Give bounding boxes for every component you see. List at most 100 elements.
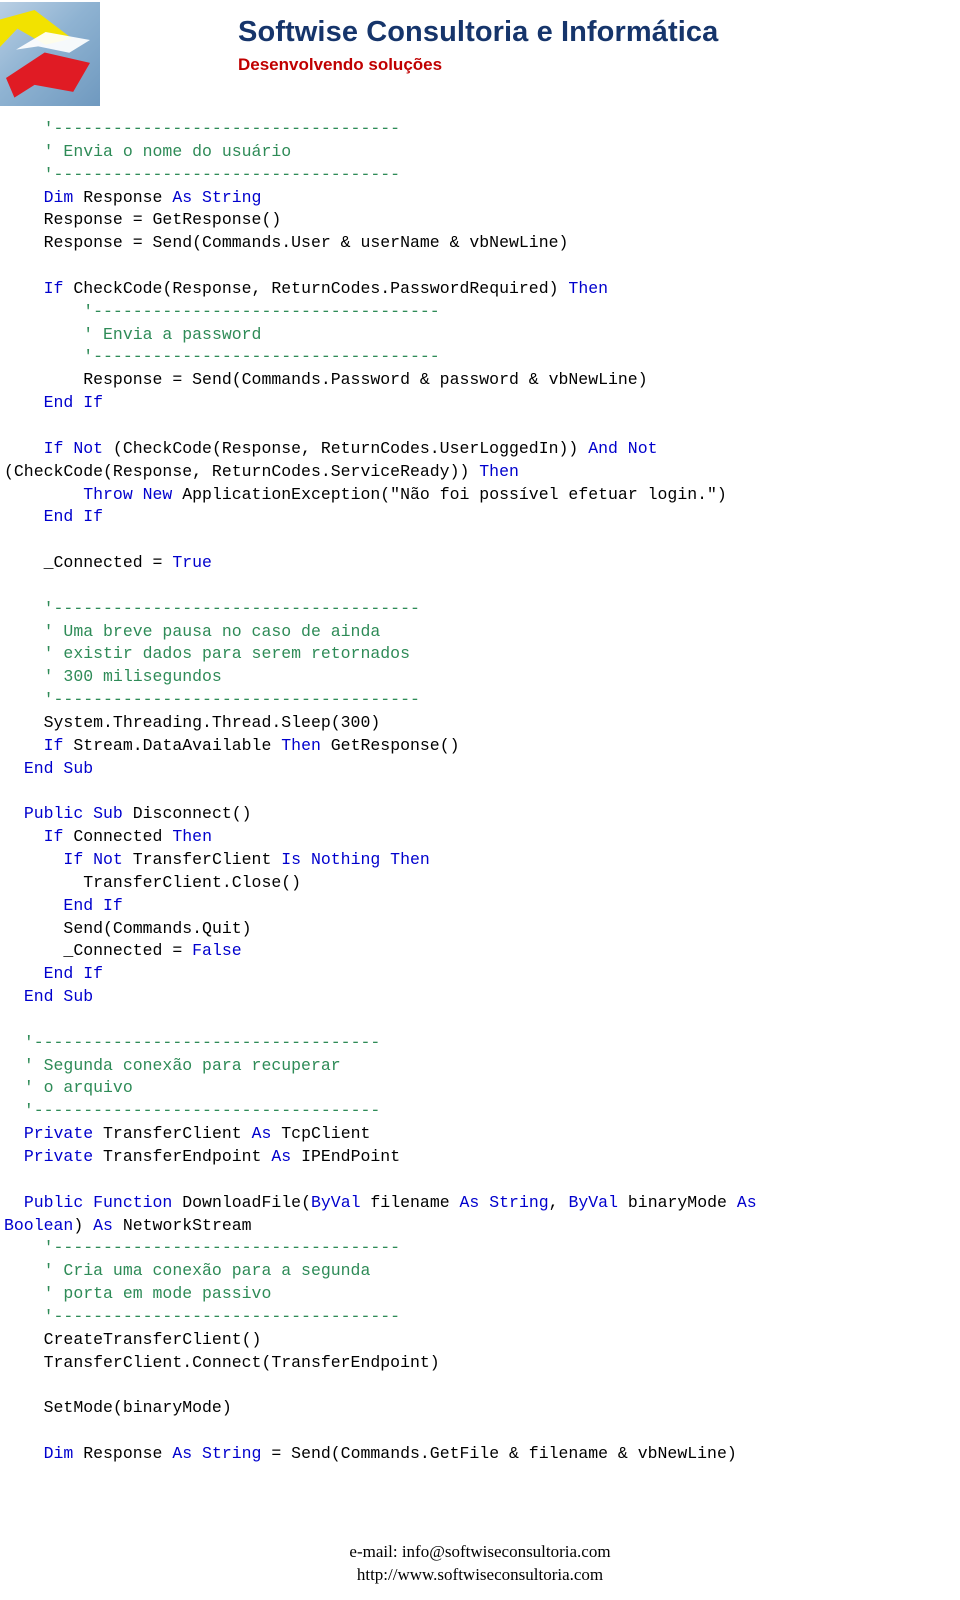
code-token: '------------------------------------- — [4, 690, 420, 710]
code-line: '----------------------------------- — [4, 1100, 960, 1123]
code-line: ' o arquivo — [4, 1077, 960, 1100]
code-token: '----------------------------------- — [4, 347, 440, 367]
code-token: SetMode(binaryMode) — [4, 1398, 232, 1418]
code-token: IPEndPoint — [301, 1146, 401, 1166]
code-token: Then — [281, 735, 331, 755]
code-line: TransferClient.Connect(TransferEndpoint) — [4, 1352, 960, 1375]
code-line: System.Threading.Thread.Sleep(300) — [4, 712, 960, 735]
code-token: End Sub — [4, 987, 94, 1007]
code-token: TransferClient — [132, 850, 282, 869]
header-titles: Softwise Consultoria e Informática Desen… — [238, 16, 718, 75]
code-token: ' porta em mode passivo — [4, 1284, 272, 1304]
code-line: Response = GetResponse() — [4, 209, 960, 232]
code-token: Stream.DataAvailable — [73, 735, 282, 755]
code-token: And Not — [588, 438, 658, 458]
code-token: binaryMode — [627, 1192, 737, 1212]
code-line: Private TransferClient As TcpClient — [4, 1123, 960, 1146]
code-line: ' Uma breve pausa no caso de ainda — [4, 621, 960, 644]
code-token: '----------------------------------- — [4, 301, 440, 321]
code-token: ) — [73, 1215, 94, 1235]
code-token: As — [271, 1146, 302, 1166]
code-token: TransferClient.Connect(TransferEndpoint) — [4, 1352, 440, 1372]
code-token: Private — [4, 1146, 104, 1166]
code-token: As — [736, 1192, 757, 1212]
code-token: If Not — [4, 850, 133, 869]
logo-red-swoosh — [6, 52, 90, 98]
code-listing: '----------------------------------- ' E… — [0, 118, 960, 1466]
code-token: ' Uma breve pausa no caso de ainda — [4, 621, 381, 641]
code-line: If Connected Then — [4, 826, 960, 849]
code-token: False — [192, 941, 242, 961]
code-line: If Stream.DataAvailable Then GetResponse… — [4, 735, 960, 758]
code-line: '----------------------------------- — [4, 118, 960, 141]
code-line: _Connected = True — [4, 552, 960, 575]
code-line: End If — [4, 963, 960, 986]
company-name: Softwise Consultoria e Informática — [238, 16, 719, 48]
code-token: Dim — [4, 187, 84, 207]
code-token: ByVal — [568, 1192, 628, 1212]
code-line: End If — [4, 392, 960, 415]
code-line: Private TransferEndpoint As IPEndPoint — [4, 1146, 960, 1169]
code-token: End If — [4, 507, 104, 527]
code-line: Throw New ApplicationException("Não foi … — [4, 484, 960, 507]
code-token: ' Envia o nome do usuário — [4, 141, 292, 161]
code-token: CreateTransferClient() — [4, 1329, 262, 1349]
code-token: ' o arquivo — [4, 1078, 133, 1098]
code-token: Public Sub — [4, 804, 133, 824]
code-token: '------------------------------------- — [4, 598, 420, 618]
code-token: Is Nothing Then — [281, 850, 430, 869]
code-token: ' 300 milisegundos — [4, 667, 222, 687]
code-token: Send(Commands.Quit) — [4, 918, 252, 938]
softwise-logo — [0, 2, 100, 106]
code-line: TransferClient.Close() — [4, 872, 960, 895]
code-token: Then — [479, 461, 519, 481]
code-line: '----------------------------------- — [4, 1306, 960, 1329]
code-line: Response = Send(Commands.Password & pass… — [4, 369, 960, 392]
code-token: If — [4, 827, 74, 847]
code-token: ' Cria uma conexão para a segunda — [4, 1261, 371, 1281]
code-line: SetMode(binaryMode) — [4, 1397, 960, 1420]
code-line: ' porta em mode passivo — [4, 1283, 960, 1306]
code-token: Response = Send(Commands.User & userName… — [4, 233, 569, 253]
code-token: '----------------------------------- — [4, 1101, 381, 1121]
code-token: If Not — [4, 438, 113, 458]
code-line: ' 300 milisegundos — [4, 666, 960, 689]
code-token: Response — [83, 1443, 173, 1463]
code-token: TransferClient — [103, 1124, 252, 1144]
code-token: Response = Send(Commands.Password & pass… — [4, 370, 648, 390]
code-line: '----------------------------------- — [4, 301, 960, 324]
code-token: , — [548, 1192, 569, 1212]
code-token: As String — [172, 187, 262, 207]
code-token: Throw New — [4, 484, 183, 504]
code-token: ' existir dados para serem retornados — [4, 644, 410, 664]
code-token: Response = GetResponse() — [4, 210, 282, 230]
code-token: = Send(Commands.GetFile & filename & vbN… — [261, 1443, 737, 1463]
code-token: '----------------------------------- — [4, 1032, 381, 1052]
code-line: '----------------------------------- — [4, 1237, 960, 1260]
code-token: End If — [4, 393, 104, 413]
code-token: Public Function — [4, 1192, 183, 1212]
code-token: (CheckCode(Response, ReturnCodes.UserLog… — [112, 438, 589, 458]
code-token: filename — [370, 1192, 460, 1212]
code-line: '----------------------------------- — [4, 346, 960, 369]
page-footer: e-mail: info@softwiseconsultoria.com htt… — [0, 1540, 960, 1586]
code-token: If — [4, 735, 74, 755]
code-token: Then — [568, 278, 609, 298]
code-token: As — [93, 1215, 123, 1235]
code-line: ' Cria uma conexão para a segunda — [4, 1260, 960, 1283]
code-token: As String — [459, 1192, 549, 1212]
code-line: '----------------------------------- — [4, 164, 960, 187]
code-line: ' Envia a password — [4, 324, 960, 347]
code-token: Response — [83, 187, 173, 207]
footer-email: e-mail: info@softwiseconsultoria.com — [349, 1542, 611, 1561]
code-token: GetResponse() — [330, 735, 460, 755]
code-line: End If — [4, 506, 960, 529]
